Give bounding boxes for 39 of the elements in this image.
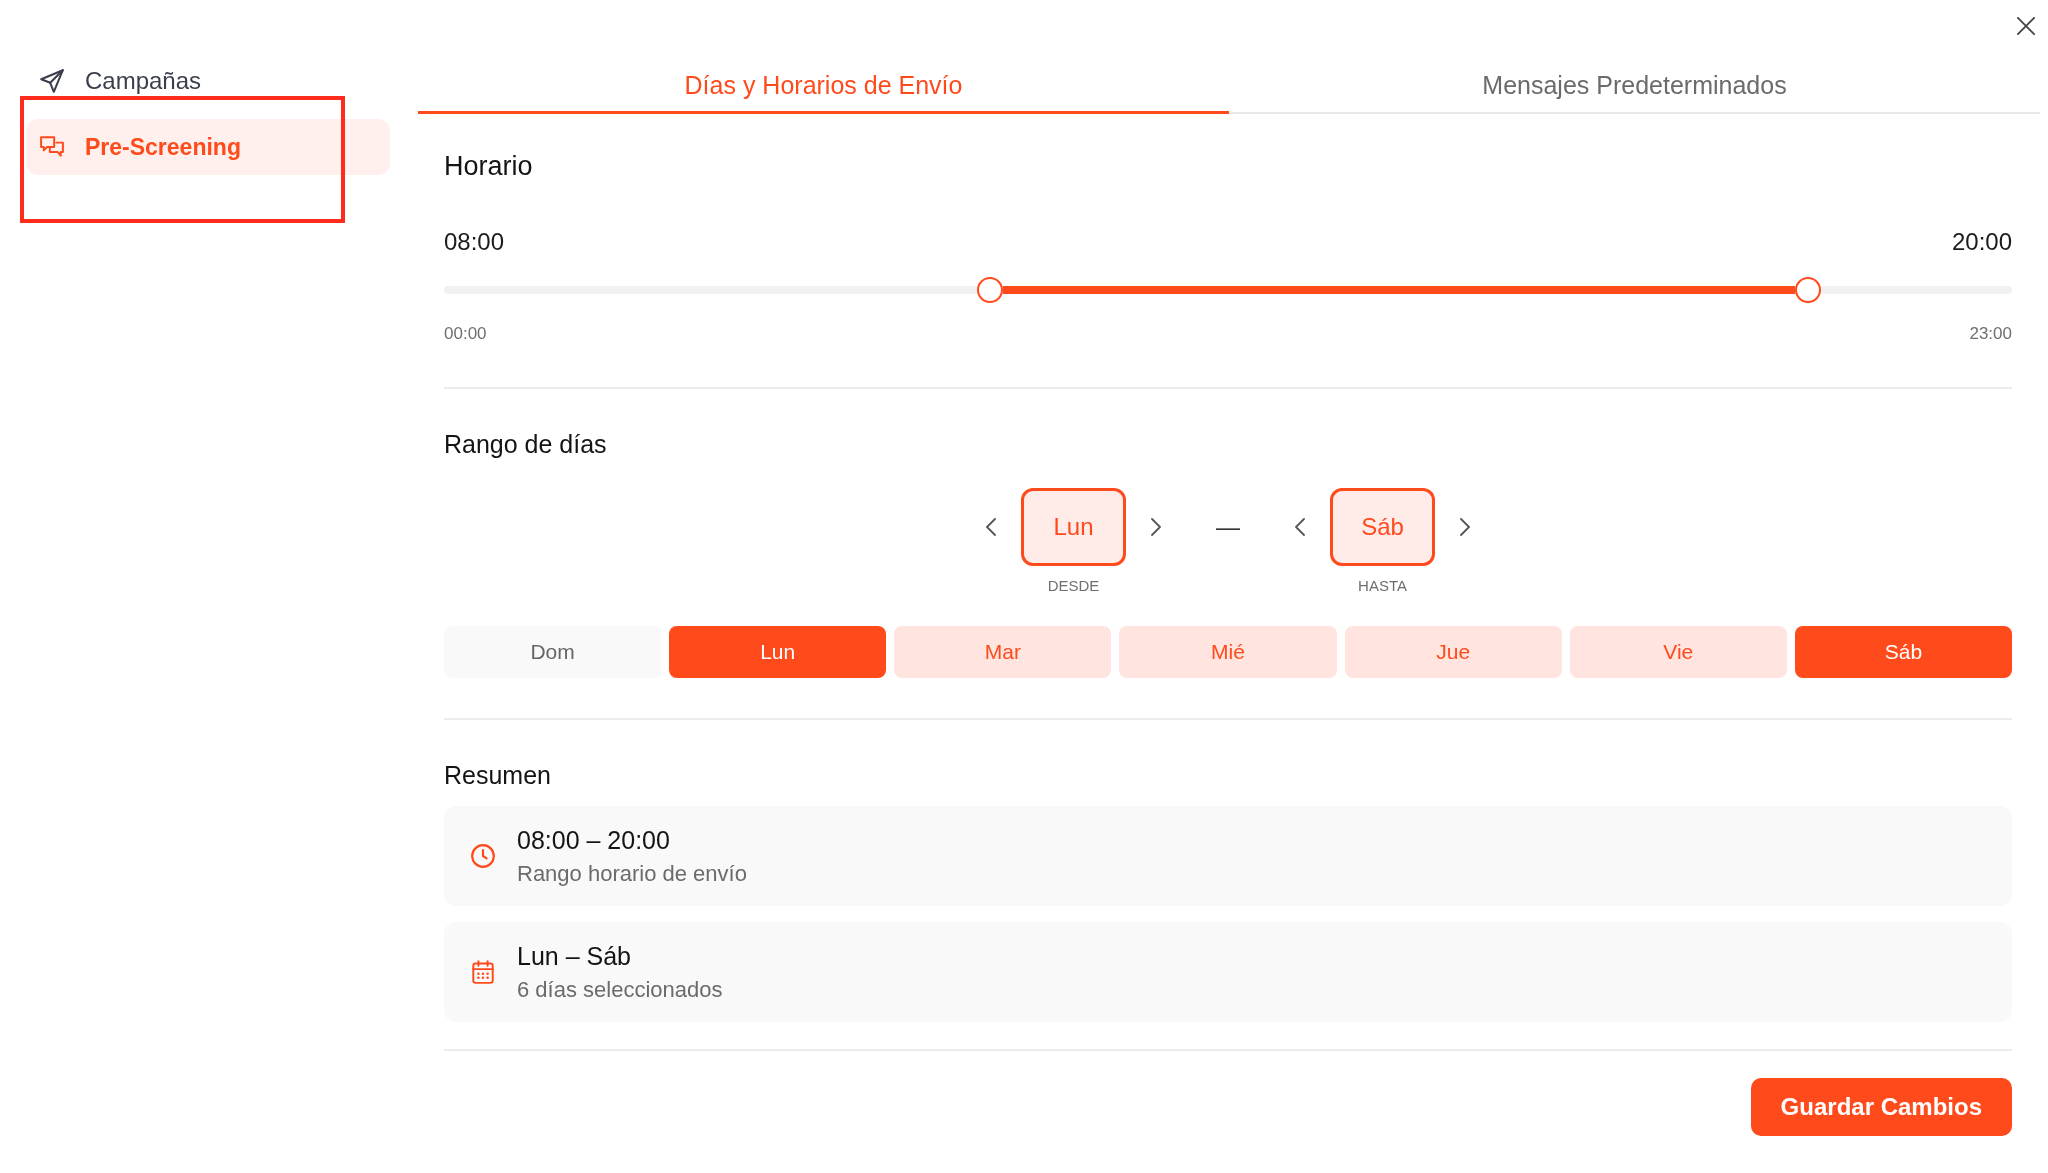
close-icon[interactable]: [2017, 17, 2035, 35]
slider-thumb[interactable]: [1795, 277, 1822, 303]
clock-icon: [471, 844, 495, 868]
paper-plane-icon: [40, 69, 64, 93]
slider-thumb[interactable]: [976, 277, 1003, 303]
section-title: Rango de días: [444, 429, 607, 459]
chevron-right-icon[interactable]: [1151, 518, 1161, 536]
tab[interactable]: Días y Horarios de Envío: [418, 52, 1229, 114]
day-picker-value[interactable]: Sáb: [1330, 488, 1435, 566]
calendar-icon: [471, 960, 495, 984]
chat-bubbles-icon: [40, 135, 64, 159]
save-button[interactable]: Guardar Cambios: [1750, 1078, 2012, 1136]
tab[interactable]: Mensajes Predeterminados: [1229, 52, 2040, 114]
day-picker-label: DESDE: [1047, 576, 1100, 596]
summary-subtitle: 6 días seleccionados: [517, 977, 723, 1003]
day-toggle[interactable]: Lun: [669, 626, 887, 678]
summary-title: Lun – Sáb: [517, 941, 632, 971]
range-separator: —: [1216, 513, 1240, 541]
day-picker-label: HASTA: [1358, 576, 1407, 596]
chevron-left-icon[interactable]: [1295, 518, 1305, 536]
slider-min-label: 00:00: [444, 324, 487, 344]
day-toggle[interactable]: Dom: [444, 626, 662, 678]
day-toggle[interactable]: Vie: [1569, 626, 1787, 678]
sidebar-item[interactable]: Pre-Screening: [26, 119, 390, 175]
section-title: Horario: [444, 150, 533, 182]
slider-max-label: 23:00: [1969, 324, 2012, 344]
sidebar-item[interactable]: Campañas: [26, 53, 390, 109]
day-toggle[interactable]: Mié: [1119, 626, 1337, 678]
chevron-left-icon[interactable]: [986, 518, 996, 536]
chevron-right-icon[interactable]: [1460, 518, 1470, 536]
section-title: Resumen: [444, 760, 551, 790]
end-time: 20:00: [1951, 228, 2012, 256]
summary-title: 08:00 – 20:00: [517, 825, 671, 855]
day-toggle[interactable]: Mar: [894, 626, 1112, 678]
day-picker-value[interactable]: Lun: [1021, 488, 1126, 566]
day-toggle[interactable]: Sáb: [1794, 626, 2012, 678]
day-toggle[interactable]: Jue: [1344, 626, 1562, 678]
summary-subtitle: Rango horario de envío: [517, 861, 747, 887]
start-time: 08:00: [444, 228, 505, 256]
